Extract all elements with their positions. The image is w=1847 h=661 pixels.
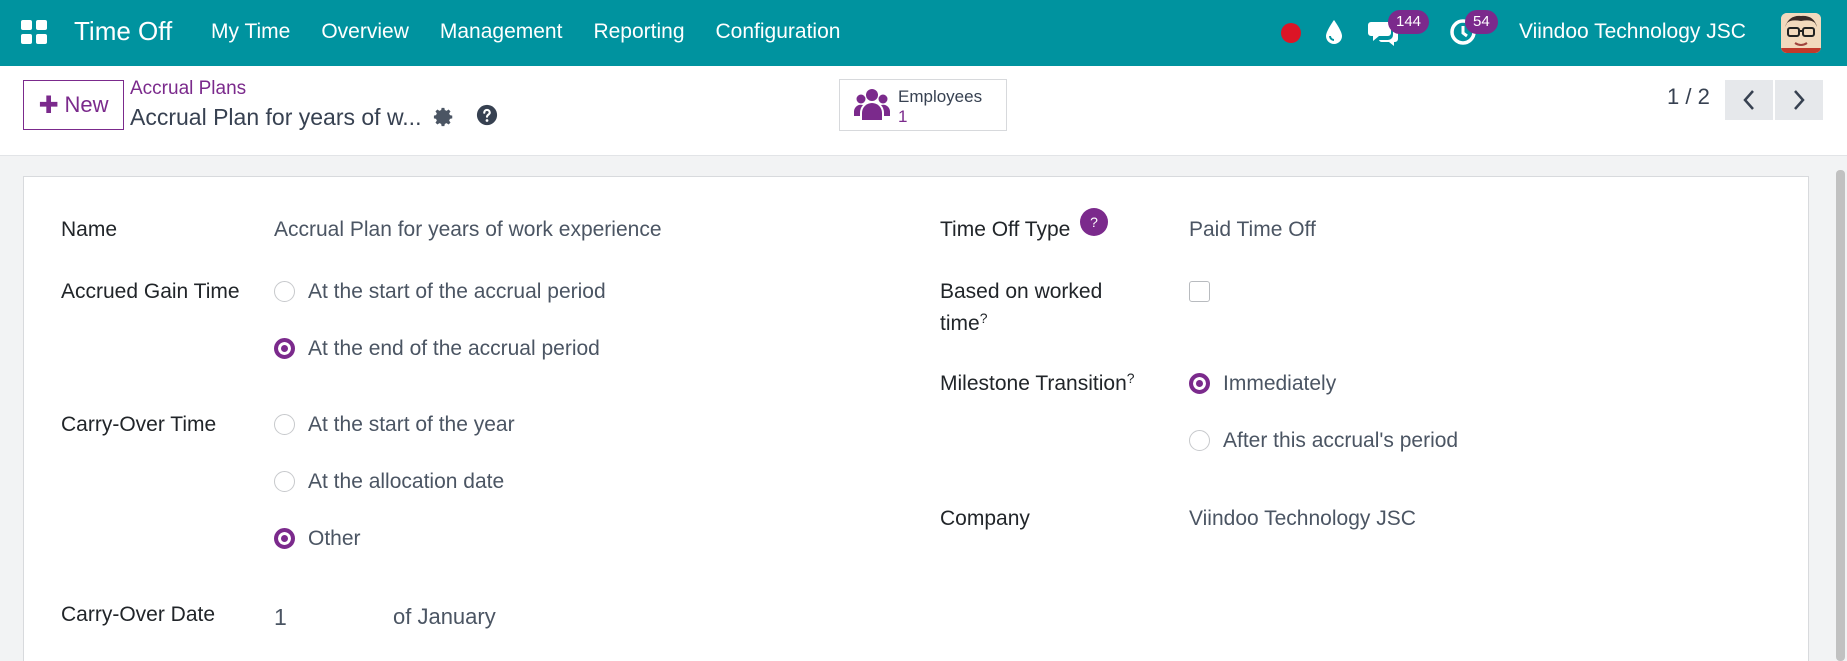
time-off-type-field[interactable]: Paid Time Off [1189, 218, 1316, 242]
milestone-transition-label: Milestone Transition? [940, 370, 1135, 395]
gain-end-radio[interactable] [274, 338, 295, 359]
gain-time-label: Accrued Gain Time [61, 280, 240, 303]
carry-over-date-label: Carry-Over Date [61, 603, 216, 626]
gain-start-option[interactable]: At the start of the accrual period [308, 280, 606, 304]
carry-over-day-input[interactable]: 1 [274, 604, 287, 631]
scrollbar-thumb[interactable] [1836, 170, 1845, 661]
menu-item-overview[interactable]: Overview [321, 20, 409, 44]
help-icon[interactable] [476, 104, 498, 126]
user-avatar[interactable] [1781, 13, 1821, 53]
gain-end-option[interactable]: At the end of the accrual period [308, 337, 600, 361]
carry-start-year-radio[interactable] [274, 414, 295, 435]
users-icon [854, 89, 890, 120]
drop-icon[interactable] [1323, 18, 1345, 46]
activities-badge: 54 [1465, 10, 1498, 34]
milestone-immediately-radio[interactable] [1189, 373, 1210, 394]
smart-button-label: Employees [898, 87, 983, 106]
messages-badge: 144 [1388, 10, 1430, 34]
company-label: Company [940, 507, 1030, 530]
employees-smart-button[interactable]: Employees 1 [839, 79, 1007, 131]
new-button[interactable]: ✚ New [23, 80, 124, 130]
time-off-type-label: Time Off Type [940, 218, 1071, 241]
main-menu: My Time Overview Management Reporting Co… [211, 20, 871, 44]
worked-time-label-line1: Based on worked [940, 280, 1103, 303]
carry-other-option[interactable]: Other [308, 527, 361, 551]
control-panel: ✚ New Accrual Plans Accrual Plan for yea… [0, 66, 1847, 156]
pager-next-button[interactable] [1775, 80, 1823, 120]
help-tooltip-icon[interactable]: ? [1080, 208, 1108, 236]
menu-item-configuration[interactable]: Configuration [716, 20, 841, 44]
carry-other-radio[interactable] [274, 528, 295, 549]
gain-start-radio[interactable] [274, 281, 295, 302]
menu-item-reporting[interactable]: Reporting [593, 20, 684, 44]
form-sheet: Name Accrual Plan for years of work expe… [23, 176, 1809, 661]
milestone-immediately-option[interactable]: Immediately [1223, 372, 1336, 396]
breadcrumb-accrual-plans[interactable]: Accrual Plans [130, 78, 246, 100]
pager-value[interactable]: 1 / 2 [1667, 84, 1710, 110]
help-mark[interactable]: ? [980, 310, 988, 326]
milestone-after-period-option[interactable]: After this accrual's period [1223, 429, 1458, 453]
menu-item-my-time[interactable]: My Time [211, 20, 290, 44]
name-field[interactable]: Accrual Plan for years of work experienc… [274, 218, 662, 242]
carry-allocation-option[interactable]: At the allocation date [308, 470, 504, 494]
carry-over-month-select[interactable]: of January [393, 604, 496, 630]
name-label: Name [61, 218, 118, 241]
top-navbar: Time Off My Time Overview Management Rep… [0, 0, 1847, 66]
help-mark[interactable]: ? [1127, 370, 1135, 386]
plus-icon: ✚ [38, 91, 59, 119]
record-title: Accrual Plan for years of w... [130, 104, 422, 130]
company-switcher[interactable]: Viindoo Technology JSC [1519, 20, 1746, 44]
menu-item-management[interactable]: Management [440, 20, 563, 44]
new-button-label: New [64, 92, 109, 117]
gear-icon[interactable] [433, 106, 455, 128]
carry-allocation-radio[interactable] [274, 471, 295, 492]
apps-menu-icon[interactable] [21, 20, 47, 44]
chevron-right-icon [1794, 90, 1805, 110]
company-field[interactable]: Viindoo Technology JSC [1189, 507, 1416, 531]
carry-start-year-option[interactable]: At the start of the year [308, 413, 515, 437]
app-brand[interactable]: Time Off [74, 16, 172, 47]
chevron-left-icon [1743, 90, 1754, 110]
milestone-after-period-radio[interactable] [1189, 430, 1210, 451]
pager-previous-button[interactable] [1725, 80, 1773, 120]
worked-time-label-line2: time? [940, 310, 988, 335]
smart-button-value: 1 [898, 107, 908, 126]
scrollbar[interactable] [1834, 170, 1847, 661]
carry-over-time-label: Carry-Over Time [61, 413, 217, 436]
recording-dot-icon[interactable] [1281, 23, 1301, 43]
worked-time-checkbox[interactable] [1189, 281, 1210, 302]
